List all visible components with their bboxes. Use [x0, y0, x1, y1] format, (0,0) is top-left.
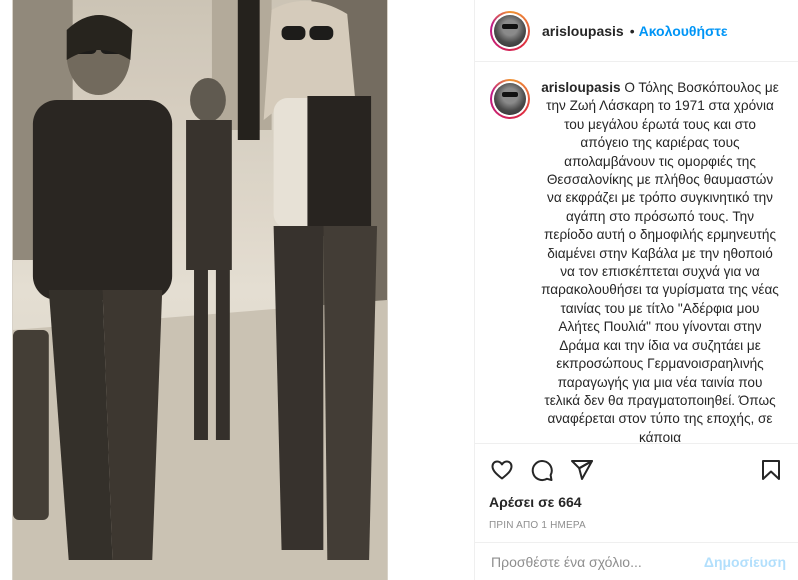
- caption-username[interactable]: arisloupasis: [541, 80, 620, 95]
- profile-picture: [494, 14, 526, 47]
- separator-dot: •: [629, 22, 635, 39]
- post-comment-button[interactable]: Δημοσίευση: [704, 554, 786, 570]
- caption-area: arisloupasis Ο Τόλης Βοσκόπουλος με την …: [475, 63, 798, 443]
- author-username[interactable]: arisloupasis: [542, 23, 624, 39]
- comment-input[interactable]: [491, 553, 704, 570]
- profile-picture: [494, 83, 526, 115]
- action-bar: [489, 452, 784, 488]
- post-photo[interactable]: [12, 0, 388, 580]
- heart-icon[interactable]: [489, 457, 515, 483]
- action-section: Αρέσει σε 664 ΠΡΙΝ ΑΠΟ 1 ΗΜΕΡΑ: [475, 443, 798, 531]
- caption-author-avatar[interactable]: [490, 79, 530, 119]
- follow-button[interactable]: Ακολουθήστε: [639, 23, 728, 39]
- author-avatar[interactable]: [490, 10, 530, 51]
- post-timestamp[interactable]: ΠΡΙΝ ΑΠΟ 1 ΗΜΕΡΑ: [489, 520, 784, 531]
- photo-pane: [0, 0, 474, 580]
- post-sidebar: arisloupasis • Ακολουθήστε arisloupasis …: [474, 0, 798, 580]
- comment-bar: Δημοσίευση: [475, 542, 798, 580]
- paper-plane-icon[interactable]: [569, 457, 595, 483]
- likes-count[interactable]: Αρέσει σε 664: [489, 494, 784, 510]
- vintage-photo-illustration: [13, 0, 387, 580]
- comment-icon[interactable]: [529, 457, 555, 483]
- caption-body: Ο Τόλης Βοσκόπουλος με την Ζωή Λάσκαρη τ…: [541, 80, 779, 443]
- bookmark-icon[interactable]: [758, 457, 784, 483]
- caption: arisloupasis Ο Τόλης Βοσκόπουλος με την …: [540, 79, 780, 443]
- post-header: arisloupasis • Ακολουθήστε: [475, 0, 798, 62]
- post-viewer: arisloupasis • Ακολουθήστε arisloupasis …: [0, 0, 798, 580]
